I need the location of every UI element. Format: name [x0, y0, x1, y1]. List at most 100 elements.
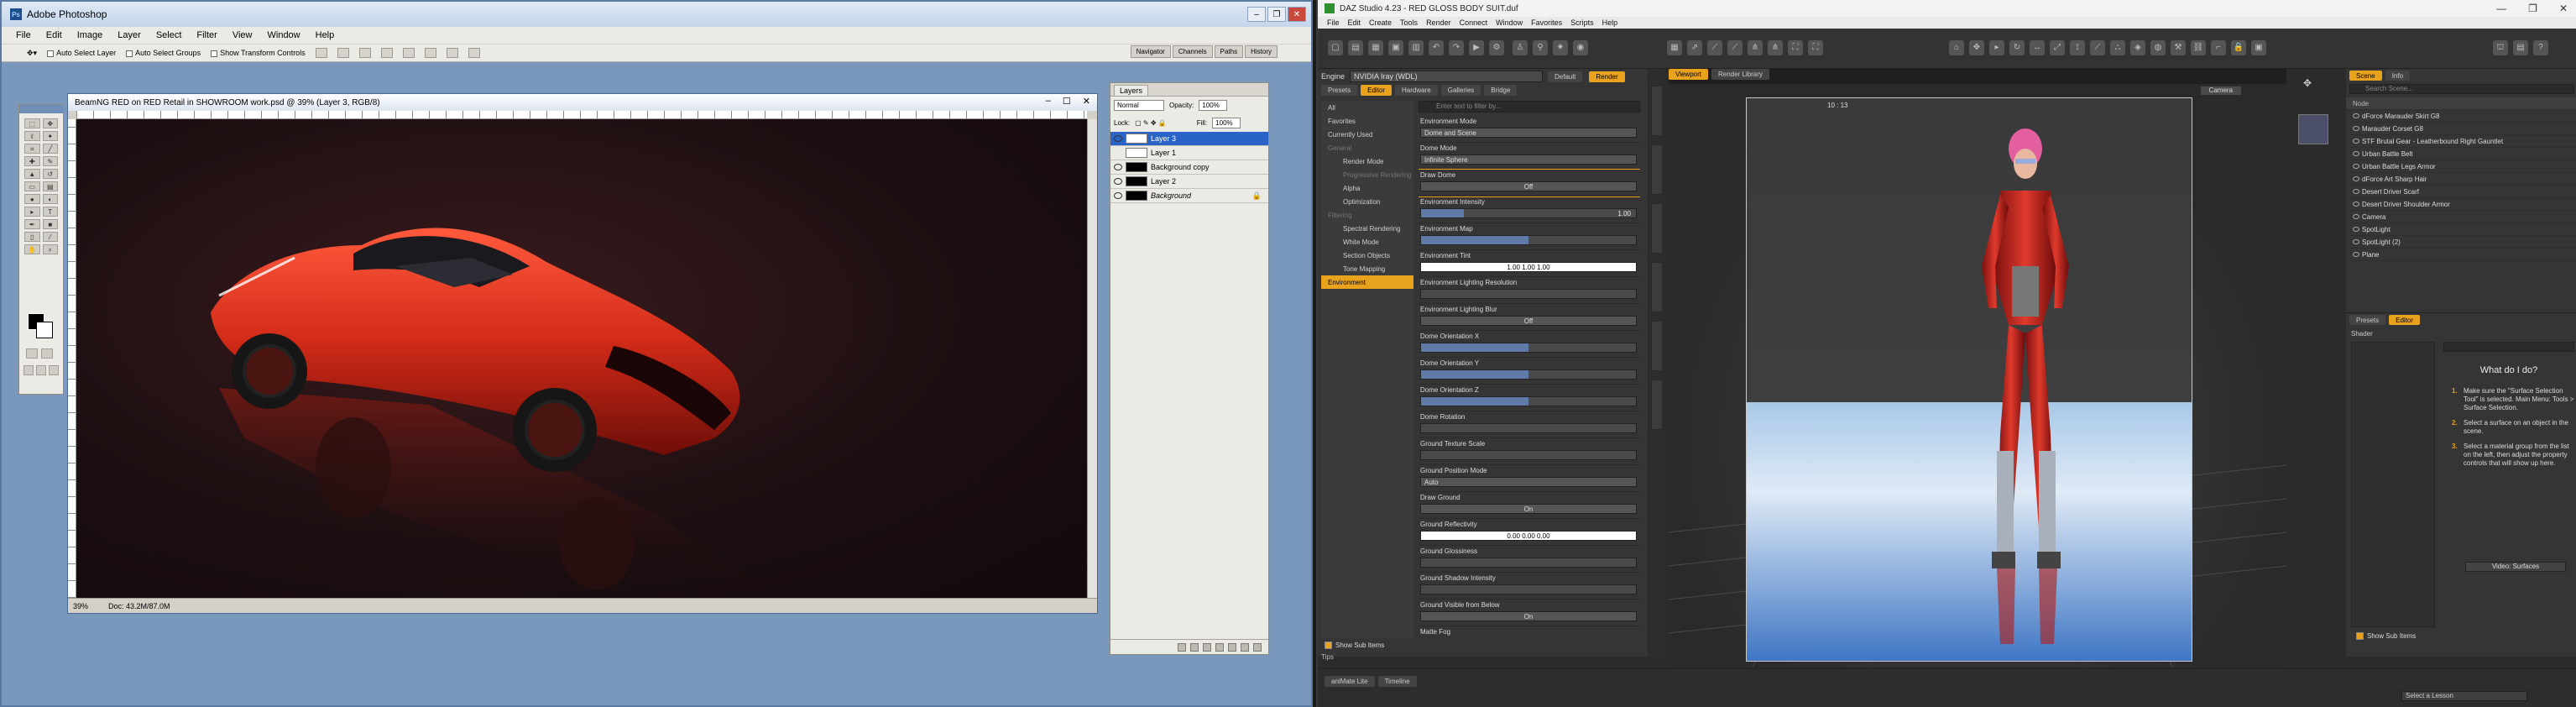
minimize-button[interactable]: ‒	[1247, 7, 1266, 22]
render-nav-item[interactable]: Environment	[1321, 275, 1413, 289]
view-cube-icon[interactable]	[2298, 114, 2328, 144]
transfer-icon[interactable]: ⟋	[2090, 40, 2105, 55]
visibility-eye-icon[interactable]	[2353, 189, 2359, 194]
universal-tool-icon[interactable]: ✥	[1969, 40, 1984, 55]
side-tab-4[interactable]	[1651, 262, 1663, 312]
history-brush-icon[interactable]: ↺	[42, 169, 58, 179]
daz-menu-scripts[interactable]: Scripts	[1566, 18, 1598, 27]
tool-1-icon[interactable]: ⇗	[1687, 40, 1702, 55]
align-top-icon[interactable]	[315, 48, 327, 58]
render-nav-item[interactable]: Tone Mapping	[1321, 262, 1413, 275]
geometry-editor-icon[interactable]: ⛬	[2110, 40, 2125, 55]
video-surfaces-button[interactable]: Video: Surfaces	[2465, 562, 2566, 572]
daz-menu-help[interactable]: Help	[1598, 18, 1622, 27]
open-icon[interactable]: ▤	[1348, 40, 1363, 55]
eyedropper-icon[interactable]: ⁄	[42, 232, 58, 242]
side-tab-1[interactable]	[1651, 86, 1663, 136]
property-dropdown[interactable]: Infinite Sphere	[1420, 154, 1637, 165]
layer-row-layer-2[interactable]: Layer 2	[1110, 175, 1268, 189]
daz-menu-create[interactable]: Create	[1365, 18, 1396, 27]
visibility-eye-icon[interactable]	[2353, 164, 2359, 169]
layer-row-background-copy[interactable]: Background copy	[1110, 160, 1268, 175]
pen-tool-icon[interactable]: ✒	[24, 219, 40, 229]
light-icon[interactable]: ✷	[1553, 40, 1568, 55]
render-nav-item[interactable]: Currently Used	[1321, 128, 1413, 141]
tool-4-icon[interactable]: ⋔	[1748, 40, 1763, 55]
new-scene-icon[interactable]: ▢	[1328, 40, 1343, 55]
path-select-icon[interactable]: ▸	[24, 207, 40, 217]
screen-mode-3-icon[interactable]	[49, 365, 59, 375]
camera-tool-icon[interactable]: ⌐	[2211, 40, 2226, 55]
node-alignment-icon[interactable]: ⛓	[2191, 40, 2206, 55]
auto-select-layer-checkbox[interactable]: Auto Select Layer	[47, 49, 116, 57]
layer-row-layer-1[interactable]: Layer 1	[1110, 146, 1268, 160]
align-center-icon[interactable]	[402, 48, 415, 58]
scene-node[interactable]: SpotLight (2)	[2346, 236, 2576, 249]
opacity-field[interactable]: 100%	[1199, 100, 1228, 111]
gradient-tool-icon[interactable]: ▤	[42, 181, 58, 191]
property-toggle[interactable]: On	[1420, 504, 1637, 514]
undo-icon[interactable]: ↶	[1429, 40, 1444, 55]
surface-select-icon[interactable]: ◈	[2130, 40, 2145, 55]
layers-tab[interactable]: Layers	[1114, 85, 1149, 96]
content-icon[interactable]: ▤	[2513, 40, 2528, 55]
save-icon[interactable]: ▣	[1388, 40, 1403, 55]
camera-icon[interactable]: ◉	[1573, 40, 1588, 55]
stamp-tool-icon[interactable]: ▲	[24, 169, 40, 179]
scene-node[interactable]: SpotLight	[2346, 223, 2576, 236]
daz-menu-favorites[interactable]: Favorites	[1527, 18, 1566, 27]
align-middle-icon[interactable]	[337, 48, 349, 58]
property-slider[interactable]	[1420, 343, 1637, 353]
fill-field[interactable]: 100%	[1212, 118, 1241, 128]
scene-node[interactable]: dForce Art Sharp Hair	[2346, 173, 2576, 186]
visibility-eye-icon[interactable]	[2353, 202, 2359, 207]
view-tool-icon[interactable]: ▣	[2251, 40, 2266, 55]
tab-hardware[interactable]: Hardware	[1395, 85, 1438, 96]
render-button[interactable]: Render	[1589, 71, 1625, 82]
render-nav-item[interactable]: All	[1321, 101, 1413, 114]
property-slider[interactable]	[1420, 423, 1637, 433]
menu-select[interactable]: Select	[149, 30, 190, 40]
character-figure[interactable]	[1967, 115, 2084, 652]
surf-show-sub-items[interactable]: Show Sub Items	[2356, 632, 2416, 640]
viewport-3d[interactable]: 10 : 13	[1669, 96, 2286, 667]
crop-tool-icon[interactable]: ⌗	[24, 144, 40, 154]
scene-search-input[interactable]: Search Scene...	[2349, 84, 2574, 94]
daz-menu-window[interactable]: Window	[1492, 18, 1527, 27]
property-toggle[interactable]: Off	[1420, 181, 1637, 191]
node-select-icon[interactable]: ⛶	[1788, 40, 1803, 55]
lock-icons[interactable]: ▢ ✎ ✥ 🔒	[1135, 119, 1167, 127]
move-tool-icon[interactable]: ✥▾	[27, 49, 37, 58]
orbit-icon[interactable]: ✥	[2303, 77, 2312, 89]
visibility-eye-icon[interactable]	[1114, 178, 1122, 185]
tab-surf-editor[interactable]: Editor	[2389, 315, 2421, 325]
visibility-eye-icon[interactable]	[2353, 239, 2359, 244]
menu-window[interactable]: Window	[260, 30, 308, 40]
select-tool-icon[interactable]: ▸	[1989, 40, 2004, 55]
side-tab-3[interactable]	[1651, 203, 1663, 254]
render-nav-item[interactable]: Filtering	[1321, 208, 1413, 222]
visibility-eye-icon[interactable]	[2353, 113, 2359, 118]
lock-tool-icon[interactable]: 🔒	[2231, 40, 2246, 55]
scene-node[interactable]: STF Brutal Gear - Leatherbound Right Gau…	[2346, 135, 2576, 148]
shape-tool-icon[interactable]: ■	[42, 219, 58, 229]
daz-close-button[interactable]: ✕	[2559, 3, 2568, 14]
notes-tool-icon[interactable]: ▯	[24, 232, 40, 242]
blur-tool-icon[interactable]: ●	[24, 194, 40, 204]
walk-icon[interactable]: ⚲	[1533, 40, 1548, 55]
property-slider[interactable]	[1420, 584, 1637, 594]
joint-editor-icon[interactable]: ⟟	[2070, 40, 2085, 55]
filter-input[interactable]: Enter text to filter by...	[1419, 101, 1640, 113]
hand-tool-icon[interactable]: ✋	[24, 244, 40, 254]
daz-minimize-button[interactable]: —	[2496, 3, 2506, 14]
property-slider[interactable]	[1420, 558, 1637, 568]
property-slider[interactable]	[1420, 396, 1637, 406]
brush-tool-icon[interactable]: ✎	[42, 156, 58, 166]
layer-row-background[interactable]: Background 🔒	[1110, 189, 1268, 203]
doc-close-button[interactable]: ✕	[1083, 96, 1090, 107]
visibility-eye-icon[interactable]	[1114, 164, 1122, 170]
scene-node[interactable]: Desert Driver Shoulder Armor	[2346, 198, 2576, 211]
type-tool-icon[interactable]: T	[42, 207, 58, 217]
link-layers-icon[interactable]	[1178, 642, 1186, 652]
visibility-eye-icon[interactable]	[2353, 214, 2359, 219]
